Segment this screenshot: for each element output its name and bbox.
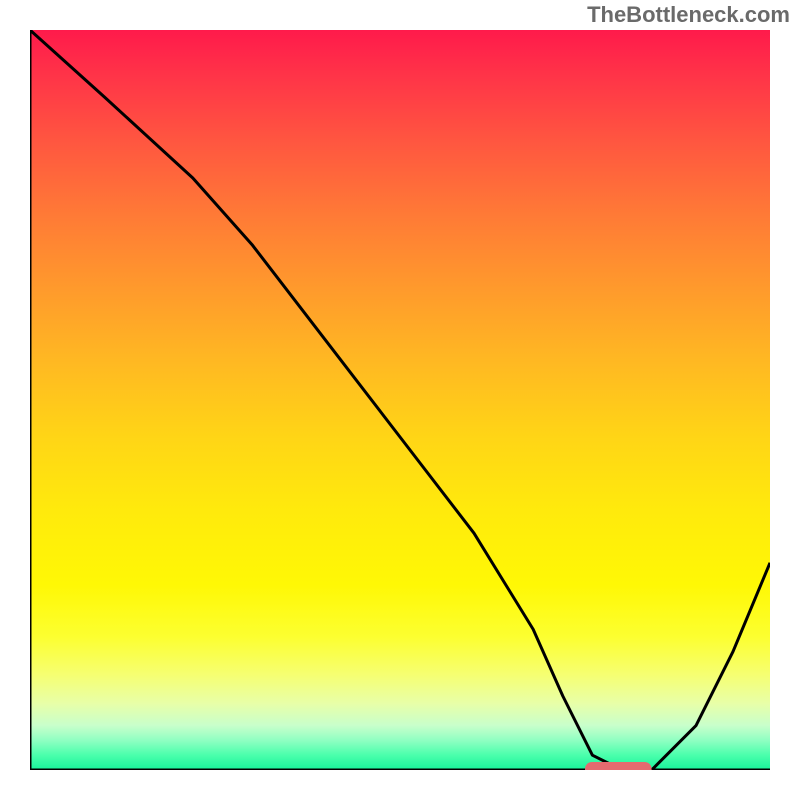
chart-container: TheBottleneck.com bbox=[0, 0, 800, 800]
bottleneck-curve bbox=[30, 30, 770, 770]
optimal-marker bbox=[585, 762, 652, 770]
plot-area bbox=[30, 30, 770, 770]
chart-svg bbox=[30, 30, 770, 770]
watermark-text: TheBottleneck.com bbox=[587, 2, 790, 28]
